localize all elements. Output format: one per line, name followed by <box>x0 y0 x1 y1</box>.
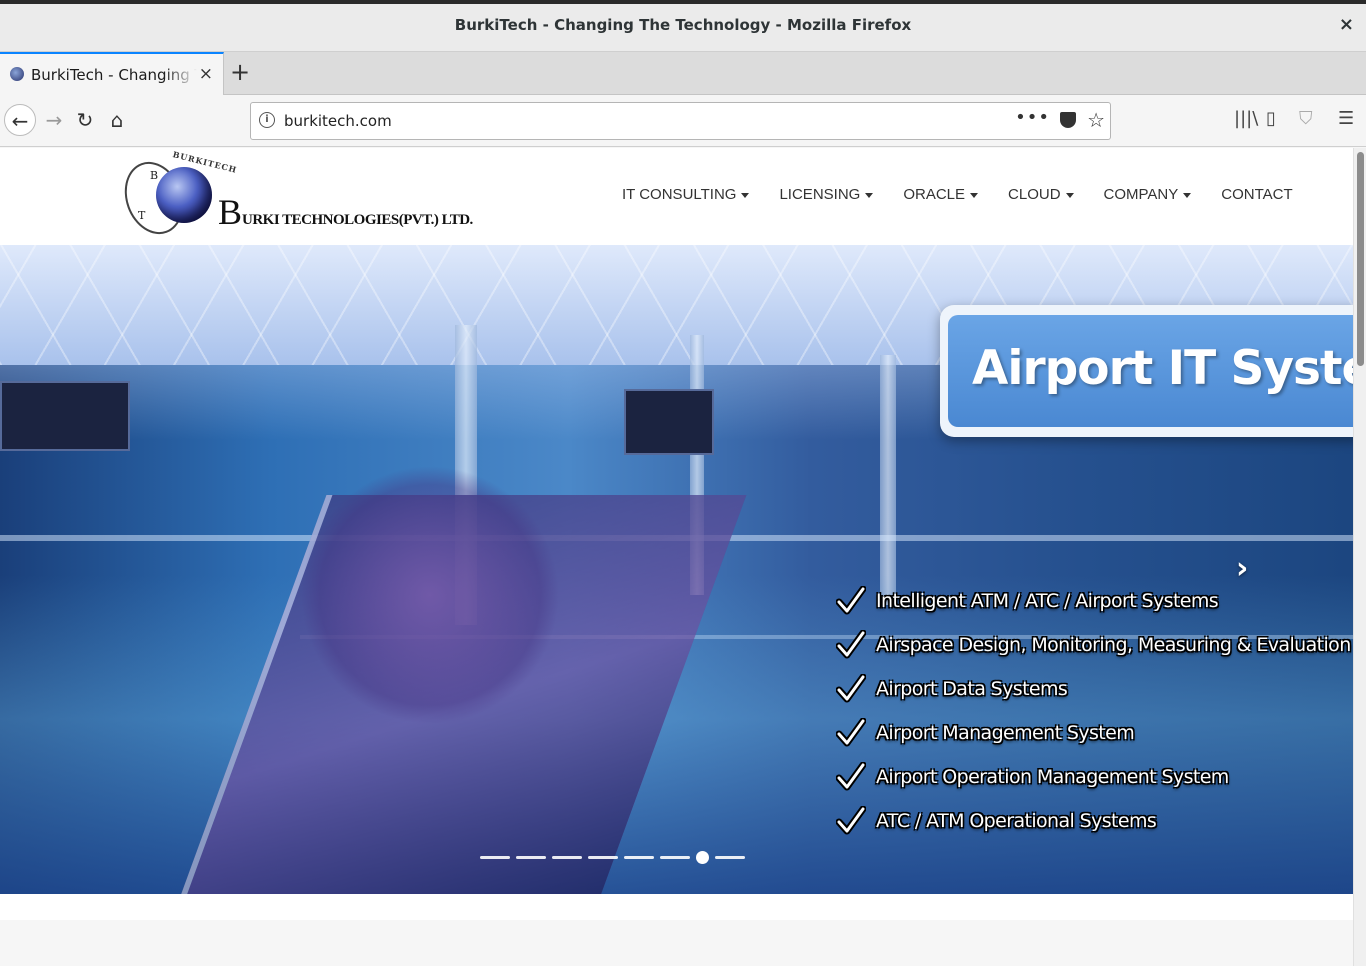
site-info-icon[interactable]: i <box>259 112 275 128</box>
favicon-icon <box>10 67 24 81</box>
feature-item: Airport Management System <box>836 711 1353 755</box>
url-bar[interactable]: i burkitech.com ••• ☆ <box>250 102 1111 140</box>
nav-licensing[interactable]: LICENSING <box>779 186 874 208</box>
site-logo[interactable]: BURKITECH B T BURKI TECHNOLOGIES(PVT.) L… <box>115 149 473 243</box>
feature-label: Airport Data Systems <box>876 678 1068 700</box>
caret-down-icon <box>865 192 874 198</box>
library-icon[interactable]: |||\ <box>1234 108 1258 129</box>
nav-label: COMPANY <box>1103 186 1179 203</box>
pager-dash[interactable] <box>516 856 546 859</box>
pager-dash[interactable] <box>660 856 690 859</box>
back-button[interactable]: ← <box>4 104 36 136</box>
below-hero-strip <box>0 894 1353 920</box>
logo-brand-name: BURKI TECHNOLOGIES(PVT.) LTD. <box>218 191 473 233</box>
pager-dash[interactable] <box>624 856 654 859</box>
nav-contact[interactable]: CONTACT <box>1221 186 1292 208</box>
feature-label: Airport Management System <box>876 722 1135 744</box>
nav-label: CLOUD <box>1008 186 1061 203</box>
checkmark-icon <box>836 806 866 835</box>
window-close-button[interactable]: × <box>1339 14 1354 35</box>
browser-tab[interactable]: BurkiTech - Changing The Technology × <box>0 52 224 95</box>
hero-crowd <box>300 465 560 725</box>
banner-title: Airport IT System <box>972 341 1353 396</box>
menu-icon[interactable]: ☰ <box>1338 108 1354 129</box>
feature-label: Airspace Design, Monitoring, Measuring &… <box>876 634 1351 656</box>
page-actions-icon[interactable]: ••• <box>1015 107 1050 128</box>
pager-active-dot[interactable] <box>696 851 709 864</box>
nav-cloud[interactable]: CLOUD <box>1008 186 1074 208</box>
window-title: BurkiTech - Changing The Technology - Mo… <box>454 16 912 34</box>
navigation-toolbar: ← → ↻ ⌂ i burkitech.com ••• ☆ |||\ ▯ ⛉ ☰ <box>0 95 1366 147</box>
pager-dash[interactable] <box>715 856 745 859</box>
feature-item: Airspace Design, Monitoring, Measuring &… <box>836 623 1353 667</box>
nav-label: IT CONSULTING <box>622 186 737 203</box>
pager-dash[interactable] <box>480 856 510 859</box>
forward-button[interactable]: → <box>38 104 70 136</box>
caret-down-icon <box>1183 192 1192 198</box>
nav-label: CONTACT <box>1221 186 1293 203</box>
checkmark-icon <box>836 630 866 659</box>
brand-initial: B <box>218 192 243 232</box>
sidebar-icon[interactable]: ▯ <box>1266 108 1276 129</box>
pocket-icon[interactable] <box>1060 112 1076 128</box>
caret-down-icon <box>970 192 979 198</box>
url-text[interactable]: burkitech.com <box>284 112 392 130</box>
departure-board <box>624 389 714 455</box>
hero-slider: Airport IT System Intelligent ATM / ATC … <box>0 245 1353 894</box>
page-body-background <box>0 920 1353 966</box>
caret-down-icon <box>1065 192 1074 198</box>
shield-icon[interactable]: ⛉ <box>1299 108 1313 129</box>
logo-letter-b: B <box>150 169 159 182</box>
nav-it-consulting[interactable]: IT CONSULTING <box>622 186 750 208</box>
home-button[interactable]: ⌂ <box>101 104 133 136</box>
site-header: BURKITECH B T BURKI TECHNOLOGIES(PVT.) L… <box>0 148 1353 245</box>
page-scrollbar[interactable] <box>1353 148 1366 966</box>
globe-icon <box>156 167 212 223</box>
window-titlebar: BurkiTech - Changing The Technology - Mo… <box>0 0 1366 52</box>
tab-strip: BurkiTech - Changing The Technology × + <box>0 52 1366 95</box>
feature-item: ATC / ATM Operational Systems <box>836 799 1353 843</box>
page-viewport: BURKITECH B T BURKI TECHNOLOGIES(PVT.) L… <box>0 148 1353 966</box>
feature-item: Airport Data Systems <box>836 667 1353 711</box>
tab-close-icon[interactable]: × <box>199 64 213 84</box>
nav-oracle[interactable]: ORACLE <box>903 186 979 208</box>
scrollbar-thumb[interactable] <box>1357 152 1364 366</box>
feature-item: Airport Operation Management System <box>836 755 1353 799</box>
banner-title-inner: Airport IT System <box>948 315 1353 427</box>
main-nav: IT CONSULTING LICENSING ORACLE CLOUD COM… <box>622 186 1323 208</box>
checkmark-icon <box>836 718 866 747</box>
departure-board <box>0 381 130 451</box>
nav-label: ORACLE <box>903 186 966 203</box>
feature-label: ATC / ATM Operational Systems <box>876 810 1157 832</box>
feature-item: Intelligent ATM / ATC / Airport Systems <box>836 579 1353 623</box>
feature-label: Airport Operation Management System <box>876 766 1229 788</box>
pager-dash[interactable] <box>588 856 618 859</box>
nav-company[interactable]: COMPANY <box>1104 186 1192 208</box>
hero-pillar <box>880 355 896 605</box>
checkmark-icon <box>836 762 866 791</box>
banner-title-box: Airport IT System <box>940 305 1353 437</box>
tab-title: BurkiTech - Changing The Technology <box>31 66 197 84</box>
checkmark-icon <box>836 586 866 615</box>
reload-button[interactable]: ↻ <box>69 104 101 136</box>
slider-next-arrow-icon[interactable]: › <box>1236 551 1248 586</box>
logo-letter-t: T <box>138 209 146 222</box>
feature-label: Intelligent ATM / ATC / Airport Systems <box>876 590 1219 612</box>
new-tab-button[interactable]: + <box>230 58 250 86</box>
pager-dash[interactable] <box>552 856 582 859</box>
brand-rest: URKI TECHNOLOGIES(PVT.) LTD. <box>242 212 473 228</box>
slider-pager <box>480 851 751 864</box>
nav-label: LICENSING <box>779 186 861 203</box>
bookmark-star-icon[interactable]: ☆ <box>1087 108 1105 132</box>
feature-list: Intelligent ATM / ATC / Airport Systems A… <box>836 579 1353 843</box>
checkmark-icon <box>836 674 866 703</box>
caret-down-icon <box>741 192 750 198</box>
